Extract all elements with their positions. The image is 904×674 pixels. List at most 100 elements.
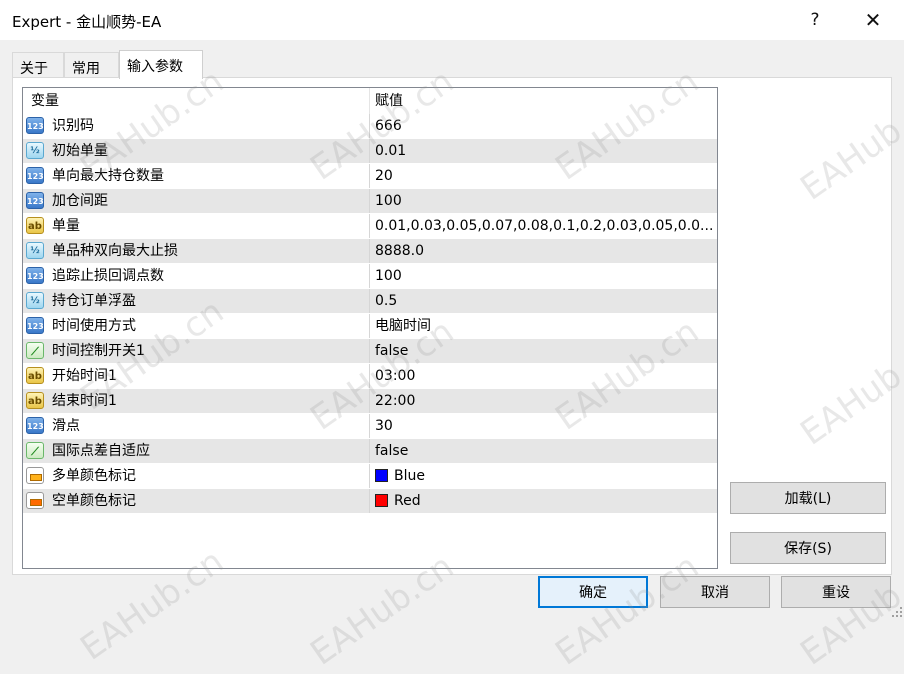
variable-cell[interactable]: ab 开始时间1 bbox=[23, 364, 370, 388]
value-text: 666 bbox=[375, 118, 402, 134]
value-cell[interactable]: 100 bbox=[375, 189, 713, 213]
resize-grip-icon[interactable] bbox=[890, 605, 902, 617]
variable-cell[interactable]: ½ 持仓订单浮盈 bbox=[23, 289, 370, 313]
value-cell[interactable]: 0.5 bbox=[375, 289, 713, 313]
table-row[interactable]: ½ 持仓订单浮盈 0.5 bbox=[23, 289, 717, 314]
int-icon: 123 bbox=[26, 192, 44, 209]
value-text: 22:00 bbox=[375, 393, 416, 409]
string-icon: ab bbox=[26, 367, 44, 384]
table-row[interactable]: ⟋ 国际点差自适应 false bbox=[23, 439, 717, 464]
cancel-button[interactable]: 取消 bbox=[660, 576, 770, 608]
variable-cell[interactable]: 123 单向最大持仓数量 bbox=[23, 164, 370, 188]
double-icon: ½ bbox=[26, 292, 44, 309]
table-row[interactable]: 123 单向最大持仓数量 20 bbox=[23, 164, 717, 189]
column-divider[interactable] bbox=[369, 88, 370, 114]
double-icon: ½ bbox=[26, 142, 44, 159]
variable-cell[interactable]: 123 加仓间距 bbox=[23, 189, 370, 213]
value-cell[interactable]: 666 bbox=[375, 114, 713, 138]
value-cell[interactable]: Blue bbox=[375, 464, 713, 488]
save-button[interactable]: 保存(S) bbox=[730, 532, 886, 564]
table-row[interactable]: 123 滑点 30 bbox=[23, 414, 717, 439]
parameters-grid: 变量 赋值 123 识别码 666 ½ 初始单量 0.01 123 单向最大持仓数量 20 123… bbox=[22, 87, 718, 569]
bool-icon: ⟋ bbox=[26, 442, 44, 459]
variable-cell[interactable]: 123 时间使用方式 bbox=[23, 314, 370, 338]
variable-cell[interactable]: ½ 初始单量 bbox=[23, 139, 370, 163]
tab-common[interactable]: 常用 bbox=[64, 52, 119, 78]
bool-icon: ⟋ bbox=[26, 342, 44, 359]
table-row[interactable]: ab 结束时间1 22:00 bbox=[23, 389, 717, 414]
variable-name: 时间控制开关1 bbox=[52, 343, 145, 359]
variable-name: 识别码 bbox=[52, 118, 94, 134]
table-row[interactable]: 123 时间使用方式 电脑时间 bbox=[23, 314, 717, 339]
close-button[interactable]: ✕ bbox=[850, 0, 896, 40]
value-cell[interactable]: false bbox=[375, 439, 713, 463]
ok-button[interactable]: 确定 bbox=[538, 576, 648, 608]
value-text: 100 bbox=[375, 193, 402, 209]
value-text: 0.01,0.03,0.05,0.07,0.08,0.1,0.2,0.03,0.… bbox=[375, 218, 713, 234]
value-text: Blue bbox=[394, 468, 425, 484]
value-cell[interactable]: 20 bbox=[375, 164, 713, 188]
value-cell[interactable]: 0.01,0.03,0.05,0.07,0.08,0.1,0.2,0.03,0.… bbox=[375, 214, 713, 238]
value-cell[interactable]: 03:00 bbox=[375, 364, 713, 388]
variable-name: 空单颜色标记 bbox=[52, 493, 136, 509]
table-row[interactable]: ab 单量 0.01,0.03,0.05,0.07,0.08,0.1,0.2,0.0… bbox=[23, 214, 717, 239]
variable-cell[interactable]: 多单颜色标记 bbox=[23, 464, 370, 488]
variable-cell[interactable]: ⟋ 时间控制开关1 bbox=[23, 339, 370, 363]
value-text: false bbox=[375, 343, 409, 359]
variable-name: 单向最大持仓数量 bbox=[52, 168, 164, 184]
value-cell[interactable]: 22:00 bbox=[375, 389, 713, 413]
table-row[interactable]: ½ 初始单量 0.01 bbox=[23, 139, 717, 164]
grid-rows: 123 识别码 666 ½ 初始单量 0.01 123 单向最大持仓数量 20 123 加仓间距 10… bbox=[23, 114, 717, 514]
table-row[interactable]: 123 识别码 666 bbox=[23, 114, 717, 139]
value-cell[interactable]: false bbox=[375, 339, 713, 363]
table-row[interactable]: 123 加仓间距 100 bbox=[23, 189, 717, 214]
value-cell[interactable]: 8888.0 bbox=[375, 239, 713, 263]
table-row[interactable]: 多单颜色标记 Blue bbox=[23, 464, 717, 489]
value-text: 8888.0 bbox=[375, 243, 424, 259]
help-button[interactable]: ? bbox=[792, 0, 838, 40]
variable-cell[interactable]: 123 滑点 bbox=[23, 414, 370, 438]
table-row[interactable]: 123 追踪止损回调点数 100 bbox=[23, 264, 717, 289]
value-text: 0.5 bbox=[375, 293, 398, 309]
table-row[interactable]: ⟋ 时间控制开关1 false bbox=[23, 339, 717, 364]
variable-cell[interactable]: ab 单量 bbox=[23, 214, 370, 238]
variable-name: 单量 bbox=[52, 218, 80, 234]
variable-cell[interactable]: 123 追踪止损回调点数 bbox=[23, 264, 370, 288]
column-header-variable[interactable]: 变量 bbox=[31, 88, 59, 114]
int-icon: 123 bbox=[26, 117, 44, 134]
variable-cell[interactable]: 空单颜色标记 bbox=[23, 489, 370, 513]
value-cell[interactable]: 电脑时间 bbox=[375, 314, 713, 338]
value-cell[interactable]: 0.01 bbox=[375, 139, 713, 163]
color-icon bbox=[26, 492, 44, 509]
color-icon bbox=[26, 467, 44, 484]
value-cell[interactable]: 30 bbox=[375, 414, 713, 438]
variable-cell[interactable]: ½ 单品种双向最大止损 bbox=[23, 239, 370, 263]
int-icon: 123 bbox=[26, 267, 44, 284]
string-icon: ab bbox=[26, 217, 44, 234]
variable-cell[interactable]: ab 结束时间1 bbox=[23, 389, 370, 413]
load-button[interactable]: 加载(L) bbox=[730, 482, 886, 514]
double-icon: ½ bbox=[26, 242, 44, 259]
int-icon: 123 bbox=[26, 317, 44, 334]
int-icon: 123 bbox=[26, 167, 44, 184]
variable-cell[interactable]: 123 识别码 bbox=[23, 114, 370, 138]
variable-name: 初始单量 bbox=[52, 143, 108, 159]
variable-name: 结束时间1 bbox=[52, 393, 117, 409]
variable-name: 单品种双向最大止损 bbox=[52, 243, 178, 259]
variable-cell[interactable]: ⟋ 国际点差自适应 bbox=[23, 439, 370, 463]
reset-button[interactable]: 重设 bbox=[781, 576, 891, 608]
value-text: Red bbox=[394, 493, 421, 509]
column-header-value[interactable]: 赋值 bbox=[375, 88, 403, 114]
tab-inputs[interactable]: 输入参数 bbox=[119, 50, 203, 79]
value-text: 100 bbox=[375, 268, 402, 284]
value-cell[interactable]: Red bbox=[375, 489, 713, 513]
table-row[interactable]: ab 开始时间1 03:00 bbox=[23, 364, 717, 389]
variable-name: 持仓订单浮盈 bbox=[52, 293, 136, 309]
table-row[interactable]: 空单颜色标记 Red bbox=[23, 489, 717, 514]
value-cell[interactable]: 100 bbox=[375, 264, 713, 288]
value-text: 0.01 bbox=[375, 143, 407, 159]
tab-about[interactable]: 关于 bbox=[12, 52, 64, 78]
variable-name: 时间使用方式 bbox=[52, 318, 136, 334]
table-row[interactable]: ½ 单品种双向最大止损 8888.0 bbox=[23, 239, 717, 264]
string-icon: ab bbox=[26, 392, 44, 409]
